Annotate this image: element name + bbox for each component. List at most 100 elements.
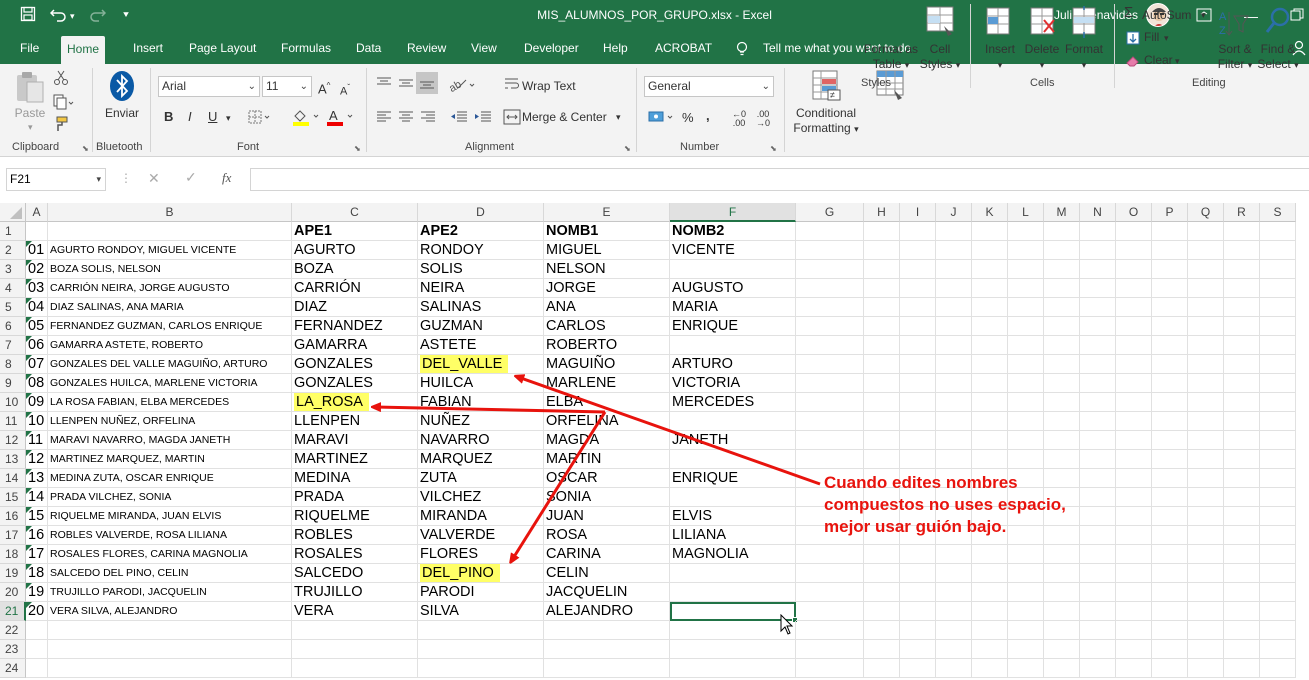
cell-r1[interactable] <box>1224 222 1260 241</box>
cell-h24[interactable] <box>864 659 900 678</box>
cell-s15[interactable] <box>1260 488 1296 507</box>
cell-g23[interactable] <box>796 640 864 659</box>
cell-m7[interactable] <box>1044 336 1080 355</box>
delete-cells-button[interactable]: Delete ▾ <box>1020 42 1064 73</box>
cell-h22[interactable] <box>864 621 900 640</box>
cell-b17[interactable]: ROBLES VALVERDE, ROSA LILIANA <box>48 526 292 545</box>
cell-h5[interactable] <box>864 298 900 317</box>
cell-p15[interactable] <box>1152 488 1188 507</box>
borders-icon[interactable] <box>248 110 272 127</box>
cell-p12[interactable] <box>1152 431 1188 450</box>
bottom-align-icon[interactable] <box>416 72 438 94</box>
cell-b10[interactable]: LA ROSA FABIAN, ELBA MERCEDES <box>48 393 292 412</box>
cell-p4[interactable] <box>1152 279 1188 298</box>
cell-m22[interactable] <box>1044 621 1080 640</box>
font-name-select[interactable]: Arial ⌄ <box>158 76 260 97</box>
cell-m10[interactable] <box>1044 393 1080 412</box>
cell-a7[interactable]: 06 <box>26 336 48 355</box>
select-all-corner[interactable] <box>0 203 26 222</box>
column-header-j[interactable]: J <box>936 203 972 222</box>
cell-i22[interactable] <box>900 621 936 640</box>
cell-j8[interactable] <box>936 355 972 374</box>
cell-k2[interactable] <box>972 241 1008 260</box>
cell-r14[interactable] <box>1224 469 1260 488</box>
cell-f6[interactable]: ENRIQUE <box>670 317 796 336</box>
column-header-m[interactable]: M <box>1044 203 1080 222</box>
row-header[interactable]: 19 <box>0 564 26 583</box>
cut-icon[interactable] <box>53 70 69 89</box>
cell-s24[interactable] <box>1260 659 1296 678</box>
cell-m3[interactable] <box>1044 260 1080 279</box>
cell-d2[interactable]: RONDOY <box>418 241 544 260</box>
cell-n21[interactable] <box>1080 602 1116 621</box>
cell-k5[interactable] <box>972 298 1008 317</box>
find-select-button[interactable]: Find & Select ▾ <box>1256 42 1300 73</box>
cell-p24[interactable] <box>1152 659 1188 678</box>
cell-l7[interactable] <box>1008 336 1044 355</box>
column-header-f[interactable]: F <box>670 203 796 222</box>
cell-i6[interactable] <box>900 317 936 336</box>
cell-o20[interactable] <box>1116 583 1152 602</box>
cell-s17[interactable] <box>1260 526 1296 545</box>
cell-k12[interactable] <box>972 431 1008 450</box>
cell-a15[interactable]: 14 <box>26 488 48 507</box>
italic-button[interactable]: I <box>188 109 192 124</box>
cell-n9[interactable] <box>1080 374 1116 393</box>
cell-e18[interactable]: CARINA <box>544 545 670 564</box>
cell-l10[interactable] <box>1008 393 1044 412</box>
row-header[interactable]: 5 <box>0 298 26 317</box>
cell-h19[interactable] <box>864 564 900 583</box>
cell-r19[interactable] <box>1224 564 1260 583</box>
cell-g3[interactable] <box>796 260 864 279</box>
insert-cells-button[interactable]: Insert ▾ <box>978 42 1022 73</box>
cell-g24[interactable] <box>796 659 864 678</box>
cell-e8[interactable]: MAGUIÑO <box>544 355 670 374</box>
cell-p3[interactable] <box>1152 260 1188 279</box>
cell-h11[interactable] <box>864 412 900 431</box>
cell-e14[interactable]: OSCAR <box>544 469 670 488</box>
cell-n16[interactable] <box>1080 507 1116 526</box>
cell-d23[interactable] <box>418 640 544 659</box>
cell-h21[interactable] <box>864 602 900 621</box>
cell-h18[interactable] <box>864 545 900 564</box>
cell-f17[interactable]: LILIANA <box>670 526 796 545</box>
cell-j23[interactable] <box>936 640 972 659</box>
cell-a11[interactable]: 10 <box>26 412 48 431</box>
cell-f19[interactable] <box>670 564 796 583</box>
cell-b23[interactable] <box>48 640 292 659</box>
cell-s16[interactable] <box>1260 507 1296 526</box>
cell-l2[interactable] <box>1008 241 1044 260</box>
cell-m21[interactable] <box>1044 602 1080 621</box>
cell-n6[interactable] <box>1080 317 1116 336</box>
cell-b6[interactable]: FERNANDEZ GUZMAN, CARLOS ENRIQUE <box>48 317 292 336</box>
cell-e1[interactable]: NOMB1 <box>544 222 670 241</box>
cell-l22[interactable] <box>1008 621 1044 640</box>
cell-o22[interactable] <box>1116 621 1152 640</box>
cell-p6[interactable] <box>1152 317 1188 336</box>
cell-d24[interactable] <box>418 659 544 678</box>
cell-h8[interactable] <box>864 355 900 374</box>
orientation-icon[interactable]: ab <box>447 76 476 95</box>
cell-k9[interactable] <box>972 374 1008 393</box>
cell-a2[interactable]: 01 <box>26 241 48 260</box>
cell-c2[interactable]: AGURTO <box>292 241 418 260</box>
cell-a10[interactable]: 09 <box>26 393 48 412</box>
cell-n4[interactable] <box>1080 279 1116 298</box>
row-header[interactable]: 21 <box>0 602 26 621</box>
cell-p1[interactable] <box>1152 222 1188 241</box>
cell-d16[interactable]: MIRANDA <box>418 507 544 526</box>
cell-c7[interactable]: GAMARRA <box>292 336 418 355</box>
cell-c24[interactable] <box>292 659 418 678</box>
cell-d17[interactable]: VALVERDE <box>418 526 544 545</box>
cell-s12[interactable] <box>1260 431 1296 450</box>
cell-q15[interactable] <box>1188 488 1224 507</box>
cell-c19[interactable]: SALCEDO <box>292 564 418 583</box>
cell-f13[interactable] <box>670 450 796 469</box>
cell-a13[interactable]: 12 <box>26 450 48 469</box>
cell-e23[interactable] <box>544 640 670 659</box>
cell-r7[interactable] <box>1224 336 1260 355</box>
cell-k6[interactable] <box>972 317 1008 336</box>
cell-d21[interactable]: SILVA <box>418 602 544 621</box>
cell-q22[interactable] <box>1188 621 1224 640</box>
cell-s7[interactable] <box>1260 336 1296 355</box>
